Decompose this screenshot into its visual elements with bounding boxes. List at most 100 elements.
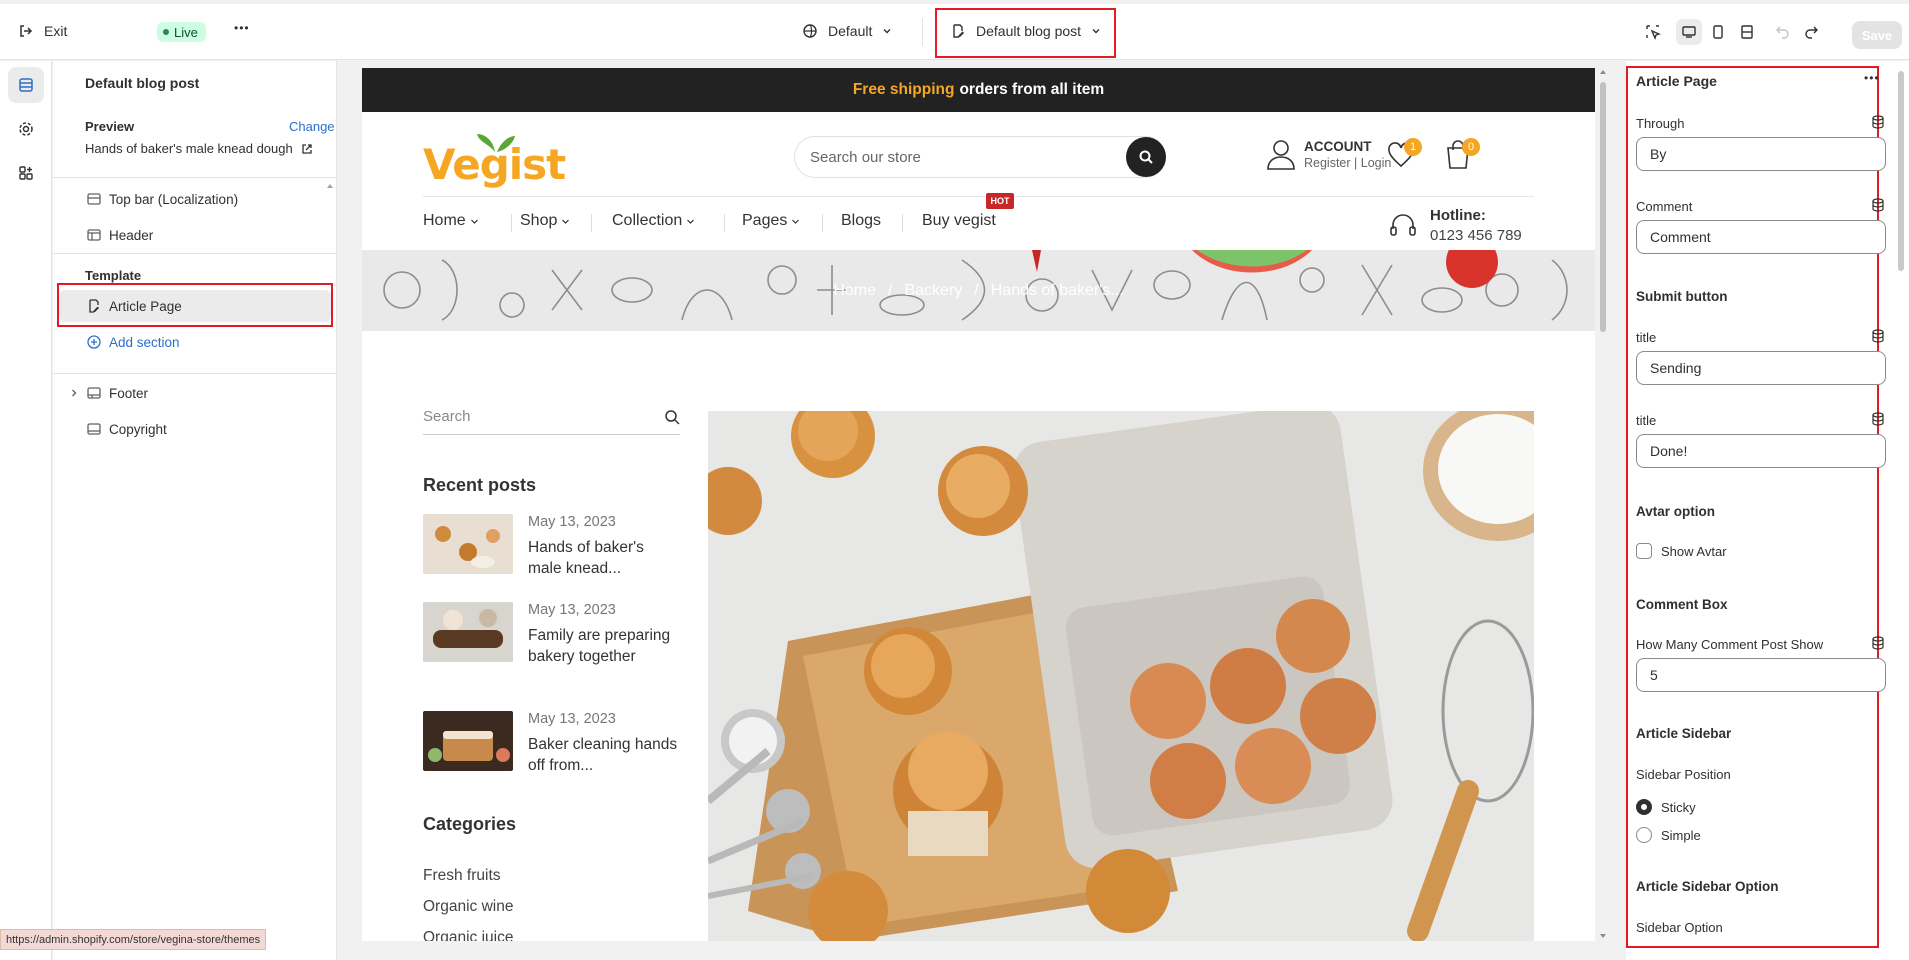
scroll-up-icon	[327, 184, 333, 188]
exit-button[interactable]: Exit	[18, 23, 67, 39]
done-title-input[interactable]: Done!	[1636, 434, 1886, 468]
dynamic-source-icon[interactable]	[1872, 636, 1884, 650]
breadcrumb-banner: Home / Backery / Hands of baker's...	[362, 250, 1595, 331]
chevron-down-icon	[470, 219, 478, 224]
nav-collection[interactable]: Collection	[612, 212, 695, 230]
sidebar-position-simple[interactable]: Simple	[1636, 827, 1701, 843]
sidebar-position-sticky[interactable]: Sticky	[1636, 799, 1696, 815]
preview-value: Hands of baker's male knead dough	[85, 141, 293, 156]
nav-home[interactable]: Home	[423, 212, 479, 230]
apps-tab[interactable]	[8, 155, 44, 191]
theme-settings-tab[interactable]	[8, 111, 44, 147]
template-selector[interactable]: Default blog post	[950, 23, 1101, 39]
nav-label: Home	[423, 212, 466, 229]
sections-tab[interactable]	[8, 67, 44, 103]
desktop-view-button[interactable]	[1676, 19, 1702, 45]
nav-buy-vegist[interactable]: Buy vegist	[922, 212, 996, 230]
radio-selected[interactable]	[1636, 799, 1652, 815]
comment-count-input[interactable]: 5	[1636, 658, 1886, 692]
leaf-icon	[477, 134, 515, 152]
recent-post[interactable]: May 13, 2023 Family are preparing bakery…	[423, 602, 680, 692]
breadcrumb-current: Hands of baker's...	[990, 281, 1124, 299]
comment-input[interactable]: Comment	[1636, 220, 1886, 254]
blog-search-input[interactable]: Search	[423, 399, 680, 435]
add-section-button[interactable]: Add section	[87, 326, 180, 358]
mobile-view-button[interactable]	[1705, 19, 1731, 45]
section-item-header[interactable]: Header	[87, 219, 153, 251]
status-bar-url: https://admin.shopify.com/store/vegina-s…	[0, 929, 267, 950]
show-avatar-label: Show Avtar	[1661, 543, 1727, 559]
article-sidebar-heading: Article Sidebar	[1636, 726, 1732, 741]
theme-selector-label: Default	[828, 23, 873, 39]
section-item-top-bar[interactable]: Top bar (Localization)	[87, 183, 238, 215]
article-sidebar-option-heading: Article Sidebar Option	[1636, 879, 1779, 894]
fullwidth-view-button[interactable]	[1734, 19, 1760, 45]
nav-shop[interactable]: Shop	[520, 212, 570, 230]
sections-panel: Default blog post Preview Change Hands o…	[53, 61, 337, 960]
breadcrumb-category[interactable]: Backery	[904, 282, 962, 300]
nav-pages[interactable]: Pages	[742, 212, 800, 230]
settings-more-button[interactable]: •••	[1864, 71, 1880, 85]
post-title[interactable]: Family are preparing bakery together	[528, 625, 678, 667]
category-link[interactable]: Organic juice	[423, 929, 513, 941]
exit-icon	[20, 25, 33, 37]
checkbox-box[interactable]	[1636, 543, 1652, 559]
section-item-footer[interactable]: Footer	[87, 377, 148, 409]
recent-post[interactable]: May 13, 2023 Baker cleaning hands off fr…	[423, 711, 680, 791]
sidebar-position-label: Sidebar Position	[1636, 767, 1731, 782]
template-selector-label: Default blog post	[976, 23, 1082, 39]
bakery-photo-image	[708, 411, 1534, 941]
register-link[interactable]: Register	[1304, 156, 1351, 170]
inspector-button[interactable]	[1640, 19, 1666, 45]
undo-button[interactable]	[1770, 19, 1796, 45]
recent-posts-heading: Recent posts	[423, 475, 537, 495]
post-thumbnail-image	[423, 711, 513, 771]
mobile-icon	[1713, 25, 1723, 39]
account-menu[interactable]: ACCOUNT Register | Login	[1266, 138, 1391, 172]
dynamic-source-icon[interactable]	[1872, 329, 1884, 343]
breadcrumb-home[interactable]: Home	[833, 282, 876, 300]
sending-title-input[interactable]: Sending	[1636, 351, 1886, 385]
radio-unselected[interactable]	[1636, 827, 1652, 843]
theme-selector[interactable]: Default	[802, 23, 892, 39]
hotline-number: 0123 456 789	[1430, 227, 1522, 244]
settings-scrollbar[interactable]	[1898, 71, 1904, 271]
dynamic-source-icon[interactable]	[1872, 412, 1884, 426]
dynamic-source-icon[interactable]	[1872, 115, 1884, 129]
preview-resource[interactable]: Hands of baker's male knead dough	[85, 141, 313, 156]
section-label: Top bar (Localization)	[109, 191, 239, 207]
through-input[interactable]: By	[1636, 137, 1886, 171]
sending-title-label: title	[1636, 330, 1657, 345]
cart-button[interactable]: 0	[1442, 138, 1480, 170]
section-item-copyright[interactable]: Copyright	[87, 413, 167, 445]
post-title[interactable]: Baker cleaning hands off from...	[528, 734, 678, 776]
chevron-down-icon	[562, 219, 570, 224]
dynamic-source-icon[interactable]	[1872, 198, 1884, 212]
nav-label: Collection	[612, 212, 683, 229]
show-avatar-checkbox[interactable]: Show Avtar	[1636, 543, 1727, 559]
more-actions-button[interactable]: •••	[234, 21, 250, 35]
divider	[53, 253, 337, 254]
category-link[interactable]: Fresh fruits	[423, 867, 501, 885]
cursor-select-icon	[1646, 25, 1661, 40]
announcement-bar: Free shipping orders from all item	[362, 68, 1595, 112]
nav-blogs[interactable]: Blogs	[841, 212, 881, 230]
avatar-option-heading: Avtar option	[1636, 504, 1715, 519]
search-submit-button[interactable]	[1126, 137, 1166, 177]
post-title[interactable]: Hands of baker's male knead...	[528, 537, 678, 579]
recent-post[interactable]: May 13, 2023 Hands of baker's male knead…	[423, 514, 680, 594]
section-layout-icon	[87, 193, 101, 205]
header-layout-icon	[87, 229, 101, 241]
preview-label: Preview	[85, 119, 135, 134]
sections-scrollbar[interactable]	[325, 181, 335, 960]
section-item-article-page[interactable]: Article Page	[87, 290, 182, 322]
preview-scrollbar[interactable]	[1597, 68, 1609, 941]
store-logo[interactable]: Vegist	[423, 134, 566, 189]
redo-button[interactable]	[1798, 19, 1824, 45]
save-button[interactable]: Save	[1852, 21, 1902, 49]
wishlist-button[interactable]: 1	[1386, 138, 1422, 170]
change-preview-link[interactable]: Change	[289, 119, 335, 134]
expand-footer-toggle[interactable]	[69, 388, 79, 398]
category-link[interactable]: Organic wine	[423, 898, 513, 916]
store-search-input[interactable]: Search our store	[794, 136, 1166, 178]
